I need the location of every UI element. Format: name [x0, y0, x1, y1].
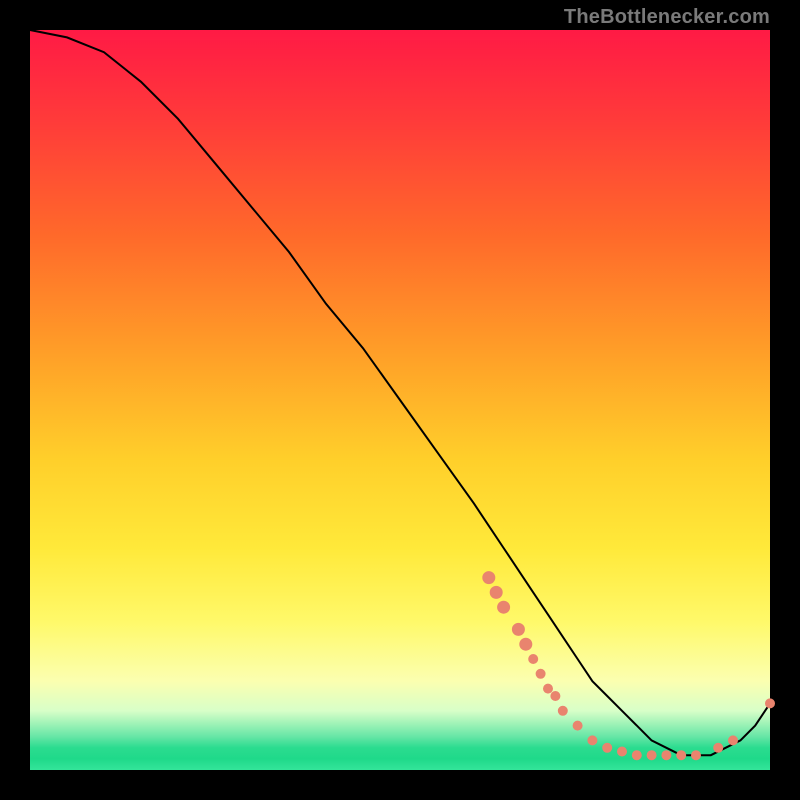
data-point-marker [558, 706, 567, 715]
data-point-marker [551, 692, 560, 701]
data-point-marker [483, 572, 495, 584]
data-point-marker [714, 743, 723, 752]
data-point-marker [512, 623, 524, 635]
data-point-marker [729, 736, 738, 745]
data-point-marker [618, 747, 627, 756]
data-point-marker [603, 743, 612, 752]
data-point-marker [573, 721, 582, 730]
data-point-marker [529, 655, 538, 664]
data-point-marker [536, 669, 545, 678]
series-line [30, 30, 770, 755]
chart-svg [30, 30, 770, 770]
chart-frame: TheBottlenecker.com [0, 0, 800, 800]
data-point-marker [498, 601, 510, 613]
attribution-text: TheBottlenecker.com [564, 6, 770, 29]
data-point-marker [766, 699, 775, 708]
data-point-marker [647, 751, 656, 760]
data-point-marker [692, 751, 701, 760]
data-point-marker [588, 736, 597, 745]
plot-gradient-background [30, 30, 770, 770]
data-point-marker [632, 751, 641, 760]
data-point-marker [520, 638, 532, 650]
series-markers [483, 572, 775, 760]
data-point-marker [544, 684, 553, 693]
data-point-marker [490, 586, 502, 598]
data-point-marker [662, 751, 671, 760]
data-point-marker [677, 751, 686, 760]
